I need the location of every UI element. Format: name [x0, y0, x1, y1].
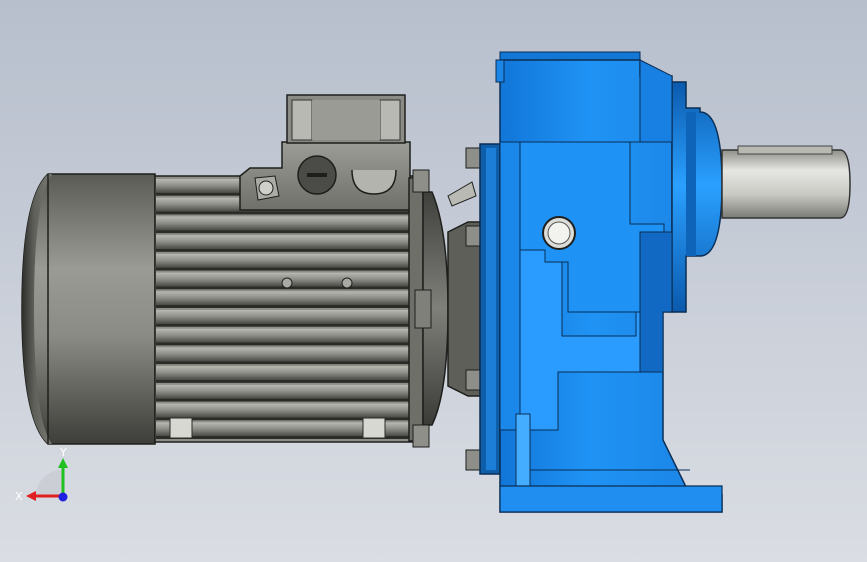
- cad-viewport[interactable]: Y X: [0, 0, 867, 562]
- fin-gap: [156, 248, 410, 252]
- motor-bolt-right: [362, 417, 386, 439]
- shaft-key: [737, 145, 833, 155]
- cooling-fin: [156, 328, 410, 343]
- motor-end-cap: [21, 173, 156, 445]
- body-bolt-1: [281, 277, 293, 289]
- cooling-fin: [156, 347, 410, 362]
- gearmotor-model: Y X: [0, 0, 867, 562]
- motor-bolt-left: [169, 417, 193, 439]
- fin-gap: [156, 379, 410, 383]
- fin-gap: [156, 398, 410, 402]
- cooling-fin: [156, 235, 410, 249]
- output-shaft: [721, 149, 851, 219]
- cooling-fin: [156, 310, 410, 324]
- lifting-eye: [258, 180, 274, 196]
- fin-gap: [156, 211, 410, 215]
- cooling-fin: [156, 366, 410, 380]
- z-axis-dot: [58, 492, 68, 502]
- cooling-fin: [156, 216, 410, 231]
- fin-gap: [156, 305, 410, 308]
- x-axis-label: X: [15, 490, 23, 503]
- cooling-fin: [156, 291, 410, 305]
- fin-gap: [156, 323, 410, 327]
- cooling-fin: [156, 253, 410, 268]
- fin-gap: [156, 230, 410, 234]
- fin-gap: [156, 361, 410, 365]
- y-axis-label: Y: [59, 446, 67, 459]
- fin-gap: [156, 342, 410, 346]
- motor-body: [154, 175, 414, 443]
- fin-gap: [156, 267, 410, 271]
- gearbox-foot: [499, 485, 723, 513]
- cooling-fin: [156, 403, 410, 418]
- body-bolt-2: [341, 277, 353, 289]
- cooling-fin: [156, 384, 410, 399]
